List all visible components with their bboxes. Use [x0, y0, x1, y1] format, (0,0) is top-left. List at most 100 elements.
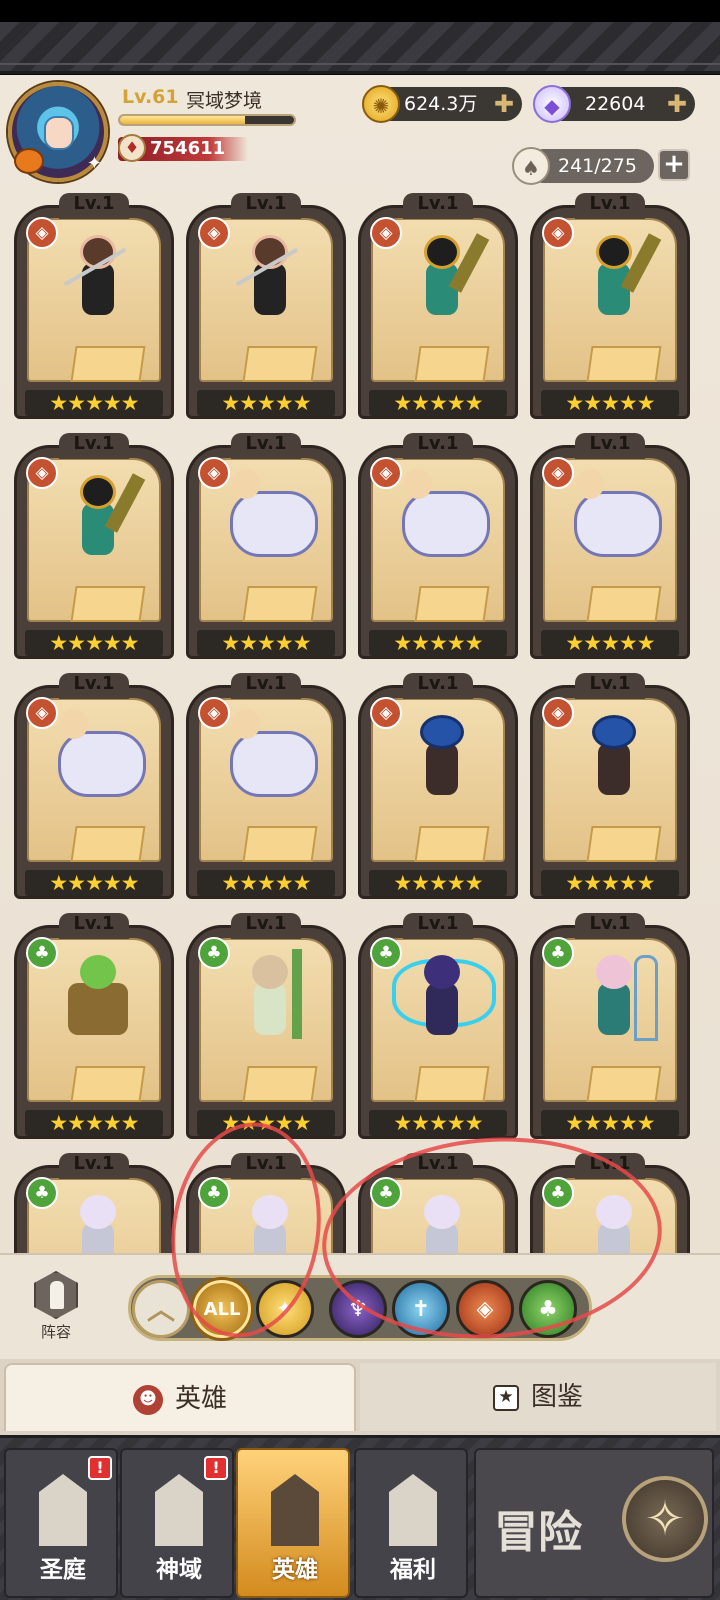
hero-level: Lv.1 — [589, 913, 631, 934]
pedestal — [242, 346, 318, 382]
hero-card[interactable]: ★★★★★Lv.1♣ — [358, 1153, 518, 1253]
pedestal — [586, 826, 662, 862]
beast-faction-icon: ◈ — [542, 217, 574, 249]
gem-plus-icon[interactable]: ✚ — [667, 87, 687, 121]
pedestal — [70, 346, 146, 382]
hero-body — [82, 263, 114, 315]
gold-amount: 624.3万 — [404, 93, 478, 115]
hero-card[interactable]: ★★★★★ Lv.1 ◈ — [530, 193, 690, 419]
tab-heroes[interactable]: ☻ 英雄 — [4, 1363, 356, 1431]
hero-card[interactable]: ★★★★★ Lv.1 ◈ — [358, 673, 518, 899]
star-rating: ★★★★★ — [25, 630, 163, 656]
avatar-face — [44, 116, 74, 150]
helmet-icon: ☻ — [132, 1384, 163, 1415]
hero-portrait — [570, 1189, 654, 1253]
hero-body — [598, 263, 630, 315]
hero-portrait — [54, 949, 138, 1045]
player-level: Lv.61 — [122, 86, 179, 108]
compass-icon: ✧ — [622, 1476, 708, 1562]
hero-body — [574, 491, 662, 557]
status-bar — [0, 0, 720, 22]
hero-head — [60, 709, 88, 739]
bottom-nav: ! 圣庭 ! 神域 英雄 福利 冒险 ✧ — [0, 1435, 720, 1600]
hero-level: Lv.1 — [417, 433, 459, 454]
hero-head — [592, 715, 636, 749]
gold-plus-icon[interactable]: ✚ — [494, 87, 514, 121]
hero-body — [254, 983, 286, 1035]
hero-card[interactable]: ★★★★★ Lv.1 ◈ — [14, 673, 174, 899]
hero-card[interactable]: ★★★★★Lv.1♣ — [530, 1153, 690, 1253]
hero-head — [252, 1195, 288, 1229]
forest-faction-icon: ♣ — [198, 937, 230, 969]
hero-level: Lv.1 — [589, 1153, 631, 1174]
gold-coin-icon: ✺ — [362, 85, 400, 123]
filter-all-button[interactable]: ALL — [193, 1280, 251, 1338]
pedestal — [70, 1066, 146, 1102]
hero-card[interactable]: ★★★★★ Lv.1 ◈ — [358, 433, 518, 659]
hero-card[interactable]: ★★★★★Lv.1♣ — [186, 913, 346, 1139]
hero-portrait — [398, 229, 482, 325]
pedestal — [242, 826, 318, 862]
forest-faction-icon[interactable]: ♣ — [519, 1280, 577, 1338]
hero-level: Lv.1 — [417, 1153, 459, 1174]
hero-card[interactable]: ★★★★★Lv.1♣ — [14, 913, 174, 1139]
lineup-button[interactable]: 阵容 — [22, 1271, 90, 1341]
hero-card[interactable]: ★★★★★Lv.1♣ — [358, 913, 518, 1139]
hero-card[interactable]: ★★★★★Lv.1♣ — [14, 1153, 174, 1253]
hero-portrait — [54, 709, 146, 805]
tab-codex[interactable]: ★ 图鉴 — [360, 1363, 716, 1431]
pedestal — [414, 586, 490, 622]
gem-amount: 22604 — [585, 93, 646, 115]
collapse-filter-icon[interactable]: ︿ — [132, 1280, 190, 1338]
order-faction-icon[interactable]: ✝ — [392, 1280, 450, 1338]
nav-item-heroes[interactable]: 英雄 — [236, 1448, 350, 1598]
hero-body — [426, 263, 458, 315]
hero-level: Lv.1 — [245, 673, 287, 694]
hero-card[interactable]: ★★★★★ Lv.1 ◈ — [530, 433, 690, 659]
hero-head — [80, 475, 116, 509]
expand-slots-button[interactable]: + — [658, 149, 690, 181]
nav-item-sanctuary[interactable]: ! 圣庭 — [4, 1448, 118, 1598]
hero-level: Lv.1 — [417, 193, 459, 214]
hero-portrait — [226, 709, 318, 805]
hero-card[interactable]: ★★★★★ Lv.1 ◈ — [186, 433, 346, 659]
hero-body — [426, 743, 458, 795]
hero-portrait — [54, 1189, 138, 1253]
nav-item-welfare[interactable]: 福利 — [354, 1448, 468, 1598]
hero-body — [230, 491, 318, 557]
alert-badge: ! — [204, 1456, 228, 1480]
hero-card[interactable]: ★★★★★ Lv.1 ◈ — [14, 193, 174, 419]
player-avatar[interactable]: ✦ — [8, 82, 108, 182]
nav-label: 福利 — [390, 1557, 436, 1583]
hero-level: Lv.1 — [589, 193, 631, 214]
hero-body — [598, 743, 630, 795]
beast-faction-icon: ◈ — [26, 217, 58, 249]
dark-faction-icon[interactable]: ♆ — [329, 1280, 387, 1338]
beast-faction-icon[interactable]: ◈ — [456, 1280, 514, 1338]
hero-card[interactable]: ★★★★★ Lv.1 ◈ — [530, 673, 690, 899]
hero-level: Lv.1 — [73, 1153, 115, 1174]
nav-label: 神域 — [156, 1557, 202, 1583]
hero-card[interactable]: ★★★★★Lv.1♣ — [186, 1153, 346, 1253]
pedestal — [70, 586, 146, 622]
hero-card[interactable]: ★★★★★ Lv.1 ◈ — [186, 673, 346, 899]
hero-card[interactable]: ★★★★★Lv.1♣ — [530, 913, 690, 1139]
hero-head — [596, 235, 632, 269]
nav-item-divine-realm[interactable]: ! 神域 — [120, 1448, 234, 1598]
hero-card[interactable]: ★★★★★ Lv.1 ◈ — [186, 193, 346, 419]
beast-faction-icon: ◈ — [26, 457, 58, 489]
hero-level: Lv.1 — [73, 193, 115, 214]
star-icon: ✦ — [86, 153, 102, 174]
hero-portrait — [226, 229, 310, 325]
beast-faction-icon: ◈ — [542, 697, 574, 729]
light-faction-icon[interactable]: ✦ — [256, 1280, 314, 1338]
star-rating: ★★★★★ — [369, 630, 507, 656]
adventure-button[interactable]: 冒险 ✧ — [474, 1448, 714, 1598]
hero-portrait — [398, 1189, 482, 1253]
star-rating: ★★★★★ — [25, 1110, 163, 1136]
hero-card[interactable]: ★★★★★ Lv.1 ◈ — [358, 193, 518, 419]
hero-card[interactable]: ★★★★★ Lv.1 ◈ — [14, 433, 174, 659]
hero-portrait — [570, 229, 654, 325]
nav-label: 英雄 — [272, 1557, 318, 1583]
forest-faction-icon: ♣ — [542, 937, 574, 969]
